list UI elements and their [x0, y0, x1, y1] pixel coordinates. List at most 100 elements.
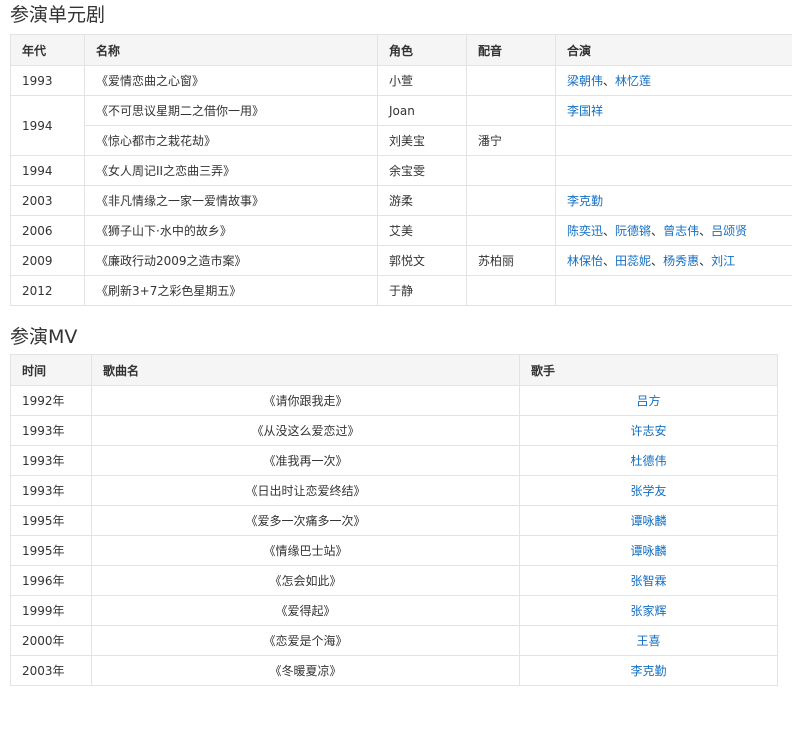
cell-name: 《廉政行动2009之造市案》 [84, 245, 378, 276]
header-role: 角色 [377, 34, 467, 66]
cell-year: 2012 [10, 275, 85, 306]
cell-song: 《情缘巴士站》 [91, 535, 520, 566]
separator: 、 [651, 224, 664, 238]
header-year: 年代 [10, 34, 85, 66]
cell-name: 《非凡情缘之一家一爱情故事》 [84, 185, 378, 216]
cell-year: 1993年 [10, 415, 92, 446]
singer-link[interactable]: 杜德伟 [630, 454, 666, 468]
separator: 、 [603, 254, 616, 268]
singer-link[interactable]: 许志安 [630, 424, 666, 438]
costar-link[interactable]: 陈奕迅 [567, 224, 603, 238]
singer-link[interactable]: 张家辉 [630, 604, 666, 618]
cell-costars: 李克勤 [555, 185, 792, 216]
cell-year: 1992年 [10, 385, 92, 416]
cell-costars: 陈奕迅、阮德锵、曾志伟、吕颂贤 [555, 215, 792, 246]
costar-link[interactable]: 田蕊妮 [615, 254, 651, 268]
singer-link[interactable]: 吕方 [636, 394, 660, 408]
cell-year: 2006 [10, 215, 85, 246]
cell-dub [466, 65, 556, 96]
cell-year: 1995年 [10, 505, 92, 536]
cell-year: 1994 [10, 155, 85, 186]
singer-link[interactable]: 谭咏麟 [630, 514, 666, 528]
separator: 、 [603, 224, 616, 238]
costar-link[interactable]: 吕颂贤 [711, 224, 747, 238]
cell-dub: 潘宁 [466, 125, 556, 156]
singer-link[interactable]: 张学友 [630, 484, 666, 498]
cell-costars: 林保怡、田蕊妮、杨秀惠、刘江 [555, 245, 792, 276]
cell-role: 郭悦文 [377, 245, 467, 276]
costar-link[interactable]: 林保怡 [567, 254, 603, 268]
costar-link[interactable]: 曾志伟 [663, 224, 699, 238]
header-singer: 歌手 [519, 354, 778, 386]
section-title-mv: 参演MV [10, 326, 78, 348]
drama-table: 年代 名称 角色 配音 合演 1993 《爱情恋曲之心窗》 小萱 梁朝伟、林忆莲… [10, 34, 792, 306]
cell-song: 《请你跟我走》 [91, 385, 520, 416]
costar-link[interactable]: 李国祥 [567, 104, 603, 118]
cell-song: 《爱多一次痛多一次》 [91, 505, 520, 536]
table-row: 1993年 《从没这么爱恋过》 许志安 [10, 415, 778, 446]
table-row: 1995年 《情缘巴士站》 谭咏麟 [10, 535, 778, 566]
header-time: 时间 [10, 354, 92, 386]
mv-table: 时间 歌曲名 歌手 1992年 《请你跟我走》 吕方 1993年 《从没这么爱恋… [10, 354, 778, 686]
cell-role: 艾美 [377, 215, 467, 246]
cell-role: 刘美宝 [377, 125, 467, 156]
cell-song: 《准我再一次》 [91, 445, 520, 476]
cell-song: 《恋爱是个海》 [91, 625, 520, 656]
cell-song: 《冬暖夏凉》 [91, 655, 520, 686]
cell-year: 1993年 [10, 475, 92, 506]
cell-role: 于静 [377, 275, 467, 306]
cell-costars [555, 275, 792, 306]
header-costars: 合演 [555, 34, 792, 66]
cell-singer: 谭咏麟 [519, 505, 778, 536]
cell-dub: 苏柏丽 [466, 245, 556, 276]
separator: 、 [651, 254, 664, 268]
table-row: 2003年 《冬暖夏凉》 李克勤 [10, 655, 778, 686]
header-dub: 配音 [466, 34, 556, 66]
costar-link[interactable]: 林忆莲 [615, 74, 651, 88]
cell-costars: 梁朝伟、林忆莲 [555, 65, 792, 96]
cell-year: 1995年 [10, 535, 92, 566]
table-row: 2012 《刷新3+7之彩色星期五》 于静 [10, 275, 792, 306]
cell-role: 游柔 [377, 185, 467, 216]
costar-link[interactable]: 杨秀惠 [663, 254, 699, 268]
table-row: 2000年 《恋爱是个海》 王喜 [10, 625, 778, 656]
cell-name: 《爱情恋曲之心窗》 [84, 65, 378, 96]
singer-link[interactable]: 王喜 [636, 634, 660, 648]
cell-year: 2003 [10, 185, 85, 216]
cell-name: 《不可思议星期二之借你一用》 [84, 95, 378, 126]
cell-song: 《从没这么爱恋过》 [91, 415, 520, 446]
cell-dub [466, 95, 556, 126]
costar-link[interactable]: 梁朝伟 [567, 74, 603, 88]
singer-link[interactable]: 张智霖 [630, 574, 666, 588]
table-row: 1999年 《爱得起》 张家辉 [10, 595, 778, 626]
table-row: 1995年 《爱多一次痛多一次》 谭咏麟 [10, 505, 778, 536]
cell-singer: 李克勤 [519, 655, 778, 686]
cell-singer: 王喜 [519, 625, 778, 656]
singer-link[interactable]: 谭咏麟 [630, 544, 666, 558]
table-row: 1996年 《怎会如此》 张智霖 [10, 565, 778, 596]
cell-role: 小萱 [377, 65, 467, 96]
cell-year: 1994 [10, 95, 85, 156]
costar-link[interactable]: 刘江 [711, 254, 735, 268]
cell-role: Joan [377, 95, 467, 126]
cell-year: 1996年 [10, 565, 92, 596]
cell-year: 1999年 [10, 595, 92, 626]
cell-song: 《怎会如此》 [91, 565, 520, 596]
header-name: 名称 [84, 34, 378, 66]
table-row: 《惊心都市之栽花劫》 刘美宝 潘宁 [11, 125, 792, 156]
separator: 、 [699, 254, 712, 268]
cell-singer: 谭咏麟 [519, 535, 778, 566]
cell-name: 《惊心都市之栽花劫》 [84, 125, 378, 156]
table-row: 1992年 《请你跟我走》 吕方 [10, 385, 778, 416]
cell-costars: 李国祥 [555, 95, 792, 126]
cell-year: 1993年 [10, 445, 92, 476]
cell-role: 余宝雯 [377, 155, 467, 186]
cell-singer: 张学友 [519, 475, 778, 506]
costar-link[interactable]: 李克勤 [567, 194, 603, 208]
header-song: 歌曲名 [91, 354, 520, 386]
cell-dub [466, 155, 556, 186]
cell-costars [555, 155, 792, 186]
costar-link[interactable]: 阮德锵 [615, 224, 651, 238]
singer-link[interactable]: 李克勤 [630, 664, 666, 678]
cell-singer: 张家辉 [519, 595, 778, 626]
